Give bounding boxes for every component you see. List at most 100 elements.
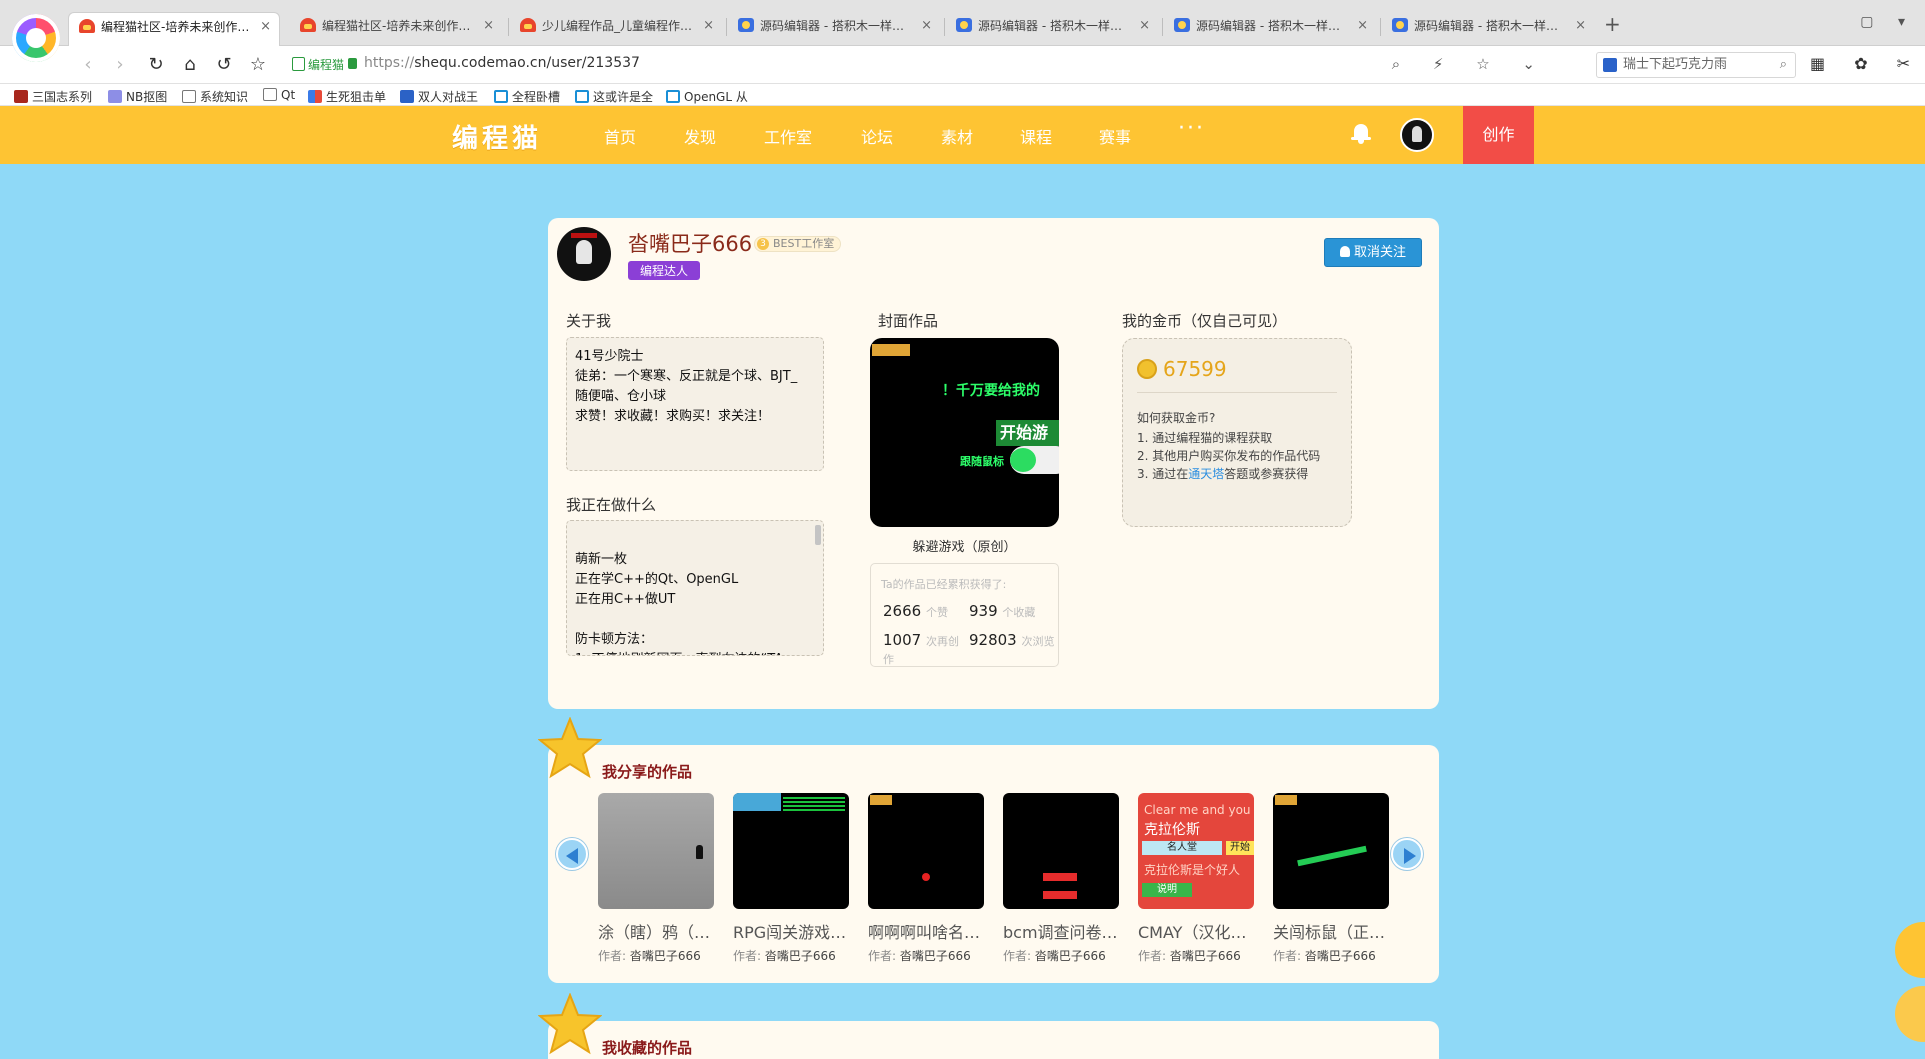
browser-tab[interactable]: 源码编辑器 - 搭积木一样有趣 × <box>1164 12 1376 46</box>
reload-icon[interactable]: ↻ <box>144 54 168 75</box>
work-title[interactable]: bcm调查问卷… <box>1003 919 1119 943</box>
nav-materials[interactable]: 素材 <box>941 124 973 148</box>
home-icon[interactable]: ⌂ <box>178 54 202 75</box>
browser-tab[interactable]: 少儿编程作品_儿童编程作品_s × <box>510 12 722 46</box>
extension-icons[interactable]: ▦ ✿ ✂ <box>1810 54 1922 73</box>
studio-tag[interactable]: BEST工作室 <box>754 236 842 252</box>
work-card[interactable]: 啊啊啊叫啥名… 作者: 沓嘴巴子666 <box>868 793 984 964</box>
browser-tab[interactable]: 源码编辑器 - 搭积木一样有趣 × <box>728 12 940 46</box>
new-tab-button[interactable]: + <box>1604 12 1621 36</box>
cover-work-thumbnail[interactable]: ！千万要给我的 开始游 跟随鼠标 <box>870 338 1059 527</box>
coins-panel: 67599 如何获取金币? 1. 通过编程猫的课程获取 2. 其他用户购买你发布… <box>1122 338 1352 527</box>
carousel-next-button[interactable] <box>1391 838 1423 870</box>
work-card[interactable]: 关闯标鼠（正… 作者: 沓嘴巴子666 <box>1273 793 1389 964</box>
work-thumbnail[interactable] <box>1273 793 1389 909</box>
browser-tab[interactable]: 编程猫社区-培养未来创作者 - × <box>290 12 502 46</box>
url-tool-icons[interactable]: ⌕ ⚡ ☆ ⌄ <box>1392 55 1549 73</box>
thumb-text: 名人堂 <box>1142 841 1222 855</box>
nav-courses[interactable]: 课程 <box>1020 124 1052 148</box>
carousel-prev-button[interactable] <box>556 838 588 870</box>
favorite-star-icon[interactable]: ☆ <box>246 54 270 75</box>
work-title[interactable]: RPG闯关游戏… <box>733 919 849 943</box>
forward-icon[interactable]: › <box>108 54 132 75</box>
site-logo[interactable]: 编程猫 <box>452 118 542 155</box>
bookmark-item[interactable]: 这或许是全 <box>575 88 653 105</box>
work-title[interactable]: CMAY（汉化… <box>1138 919 1254 943</box>
doing-textarea[interactable]: 萌新一枚 正在学C++的Qt、OpenGL 正在用C++做UT 防卡顿方法： 1… <box>566 520 824 656</box>
work-title[interactable]: 涂（瞎）鸦（… <box>598 919 714 943</box>
close-tab-icon[interactable]: × <box>1357 12 1368 40</box>
nav-studio[interactable]: 工作室 <box>764 124 812 148</box>
unfollow-button[interactable]: 取消关注 <box>1324 238 1422 267</box>
work-thumbnail[interactable] <box>733 793 849 909</box>
bookmark-item[interactable]: 全程卧槽 <box>494 88 560 105</box>
close-tab-icon[interactable]: × <box>703 12 714 40</box>
create-button[interactable]: 创作 <box>1463 106 1534 164</box>
nav-forum[interactable]: 论坛 <box>861 124 893 148</box>
feedback-float-button[interactable] <box>1895 922 1925 978</box>
nav-contests[interactable]: 赛事 <box>1099 124 1131 148</box>
author-name[interactable]: 沓嘴巴子666 <box>765 949 836 963</box>
folder-icon <box>263 88 277 101</box>
stats-heading: Ta的作品已经累积获得了: <box>881 578 1007 591</box>
nav-home[interactable]: 首页 <box>604 124 636 148</box>
bell-icon[interactable] <box>1351 122 1371 144</box>
bookmark-item[interactable]: Qt <box>263 88 295 102</box>
work-card[interactable]: Clear me and you 克拉伦斯 名人堂 开始 克拉伦斯是个好人 说明… <box>1138 793 1254 964</box>
bookmark-item[interactable]: 三国志系列 <box>14 88 92 105</box>
tab-divider <box>944 18 945 36</box>
toggle-switch <box>1010 446 1059 474</box>
close-tab-icon[interactable]: × <box>260 13 271 41</box>
more-menu-icon[interactable]: ··· <box>1178 116 1205 141</box>
author-name[interactable]: 沓嘴巴子666 <box>1170 949 1241 963</box>
coins-question: 如何获取金币? <box>1137 411 1216 425</box>
work-title[interactable]: 关闯标鼠（正… <box>1273 919 1389 943</box>
code-favicon-icon <box>1392 18 1408 32</box>
work-thumbnail[interactable]: Clear me and you 克拉伦斯 名人堂 开始 克拉伦斯是个好人 说明 <box>1138 793 1254 909</box>
author-name[interactable]: 沓嘴巴子666 <box>900 949 971 963</box>
work-thumbnail[interactable] <box>868 793 984 909</box>
thumb-text: Clear me and you <box>1144 803 1251 817</box>
browser-tab[interactable]: 编程猫社区-培养未来创作者 - × <box>68 12 280 46</box>
scrollbar-thumb[interactable] <box>815 525 821 545</box>
browser-tab[interactable]: 源码编辑器 - 搭积木一样有趣 × <box>946 12 1158 46</box>
close-tab-icon[interactable]: × <box>483 12 494 40</box>
browser-logo-icon[interactable] <box>12 14 60 62</box>
author-name[interactable]: 沓嘴巴子666 <box>1035 949 1106 963</box>
site-identity-badge[interactable]: 编程猫 <box>292 56 344 73</box>
author-name[interactable]: 沓嘴巴子666 <box>1305 949 1376 963</box>
bookmark-item[interactable]: OpenGL 从 <box>666 88 748 105</box>
bookmark-item[interactable]: 系统知识 <box>182 88 248 105</box>
work-thumbnail[interactable] <box>1003 793 1119 909</box>
close-tab-icon[interactable]: × <box>1575 12 1586 40</box>
close-tab-icon[interactable]: × <box>921 12 932 40</box>
nav-discover[interactable]: 发现 <box>684 124 716 148</box>
window-controls[interactable]: ▢ ▾ <box>1860 14 1915 30</box>
url-field[interactable]: 编程猫 https://shequ.codemao.cn/user/213537… <box>286 51 1561 79</box>
undo-close-icon[interactable]: ↺ <box>212 54 236 75</box>
browser-tab-strip: 编程猫社区-培养未来创作者 - × 编程猫社区-培养未来创作者 - × 少儿编程… <box>0 0 1925 46</box>
work-title[interactable]: 啊啊啊叫啥名… <box>868 919 984 943</box>
work-thumbnail[interactable] <box>598 793 714 909</box>
search-input[interactable]: 瑞士下起巧克力雨 ⌕ <box>1596 52 1796 78</box>
search-icon[interactable]: ⌕ <box>1780 53 1787 77</box>
cover-caption[interactable]: 躲避游戏（原创） <box>870 536 1059 555</box>
coins-tip: 2. 其他用户购买你发布的作品代码 <box>1137 449 1321 463</box>
bookmark-item[interactable]: 生死狙击单 <box>308 88 386 105</box>
browser-tab[interactable]: 源码编辑器 - 搭积木一样有趣 × <box>1382 12 1594 46</box>
back-icon[interactable]: ‹ <box>76 54 100 75</box>
cat-favicon-icon <box>79 19 95 33</box>
url-text[interactable]: https://shequ.codemao.cn/user/213537 <box>364 55 640 71</box>
avatar[interactable] <box>1400 118 1434 152</box>
tower-link[interactable]: 通天塔 <box>1188 467 1224 481</box>
likes-stat: 2666 个赞 <box>883 602 948 620</box>
bookmark-item[interactable]: 双人对战王 <box>400 88 478 105</box>
close-tab-icon[interactable]: × <box>1139 12 1150 40</box>
author-name[interactable]: 沓嘴巴子666 <box>630 949 701 963</box>
work-card[interactable]: RPG闯关游戏… 作者: 沓嘴巴子666 <box>733 793 849 964</box>
work-card[interactable]: 涂（瞎）鸦（… 作者: 沓嘴巴子666 <box>598 793 714 964</box>
work-card[interactable]: bcm调查问卷… 作者: 沓嘴巴子666 <box>1003 793 1119 964</box>
doing-text: 萌新一枚 正在学C++的Qt、OpenGL 正在用C++做UT 防卡顿方法： 1… <box>575 552 783 655</box>
bookmark-item[interactable]: NB抠图 <box>108 88 167 105</box>
notice-float-button[interactable] <box>1895 986 1925 1042</box>
